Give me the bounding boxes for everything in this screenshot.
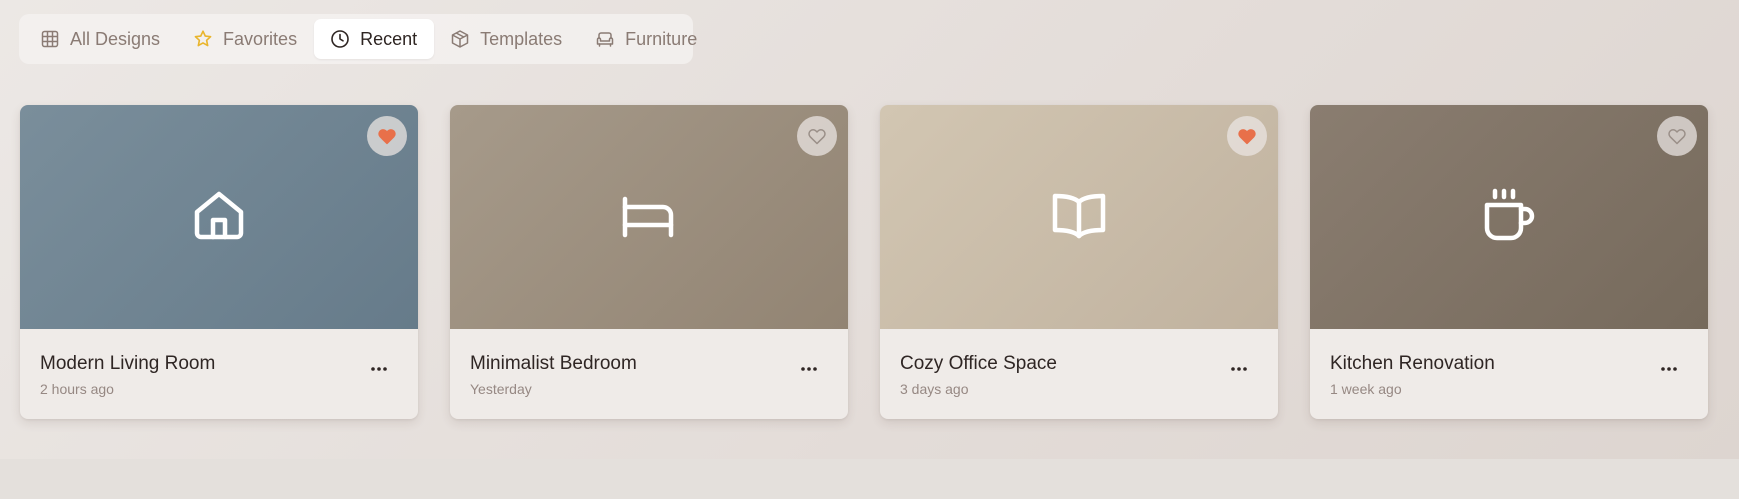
card-timestamp: 1 week ago xyxy=(1330,381,1402,397)
more-options-button[interactable] xyxy=(366,357,392,381)
design-card[interactable]: Kitchen Renovation 1 week ago xyxy=(1310,105,1708,419)
tab-all-designs[interactable]: All Designs xyxy=(24,19,177,59)
card-title: Kitchen Renovation xyxy=(1330,353,1495,374)
favorite-button[interactable] xyxy=(1227,116,1267,156)
tab-label: Furniture xyxy=(625,28,698,49)
heart-filled-icon xyxy=(377,126,397,146)
star-icon xyxy=(193,29,213,49)
more-horizontal-icon xyxy=(799,366,819,372)
card-timestamp: Yesterday xyxy=(470,381,532,397)
tab-label: Favorites xyxy=(223,28,298,49)
tab-favorites[interactable]: Favorites xyxy=(177,19,314,59)
card-timestamp: 3 days ago xyxy=(900,381,969,397)
grid-icon xyxy=(40,29,60,49)
tab-label: Recent xyxy=(360,28,418,49)
card-title: Cozy Office Space xyxy=(900,353,1058,374)
card-info: Minimalist Bedroom Yesterday xyxy=(450,329,848,419)
heart-outline-icon xyxy=(807,126,827,146)
more-options-button[interactable] xyxy=(796,357,822,381)
book-open-icon xyxy=(1049,185,1109,250)
tab-label: All Designs xyxy=(70,28,161,49)
design-filter-tabs: All Designs Favorites Recent Templates F… xyxy=(19,14,697,64)
more-horizontal-icon xyxy=(1659,366,1679,372)
design-card[interactable]: Modern Living Room 2 hours ago xyxy=(20,105,418,419)
design-cards-grid: Modern Living Room 2 hours ago Minimalis… xyxy=(20,105,1708,419)
heart-outline-icon xyxy=(1667,126,1687,146)
bottom-strip xyxy=(0,459,1739,499)
design-card[interactable]: Minimalist Bedroom Yesterday xyxy=(450,105,848,419)
tab-recent[interactable]: Recent xyxy=(314,19,435,59)
tab-templates[interactable]: Templates xyxy=(434,19,579,59)
favorite-button[interactable] xyxy=(1657,116,1697,156)
home-icon xyxy=(189,185,249,250)
sofa-icon xyxy=(595,29,615,49)
heart-filled-icon xyxy=(1237,126,1257,146)
card-thumbnail xyxy=(1310,105,1708,329)
card-thumbnail xyxy=(20,105,418,329)
card-info: Cozy Office Space 3 days ago xyxy=(880,329,1278,419)
tab-furniture[interactable]: Furniture xyxy=(579,19,714,59)
box-icon xyxy=(450,29,470,49)
more-horizontal-icon xyxy=(369,366,389,372)
card-title: Modern Living Room xyxy=(40,353,216,374)
card-thumbnail xyxy=(450,105,848,329)
card-info: Kitchen Renovation 1 week ago xyxy=(1310,329,1708,419)
card-info: Modern Living Room 2 hours ago xyxy=(20,329,418,419)
bed-icon xyxy=(619,185,679,250)
card-timestamp: 2 hours ago xyxy=(40,381,114,397)
favorite-button[interactable] xyxy=(367,116,407,156)
coffee-icon xyxy=(1479,185,1539,250)
card-title: Minimalist Bedroom xyxy=(470,353,637,374)
more-horizontal-icon xyxy=(1229,366,1249,372)
more-options-button[interactable] xyxy=(1226,357,1252,381)
card-thumbnail xyxy=(880,105,1278,329)
tab-label: Templates xyxy=(480,28,563,49)
clock-icon xyxy=(330,29,350,49)
more-options-button[interactable] xyxy=(1656,357,1682,381)
design-card[interactable]: Cozy Office Space 3 days ago xyxy=(880,105,1278,419)
favorite-button[interactable] xyxy=(797,116,837,156)
